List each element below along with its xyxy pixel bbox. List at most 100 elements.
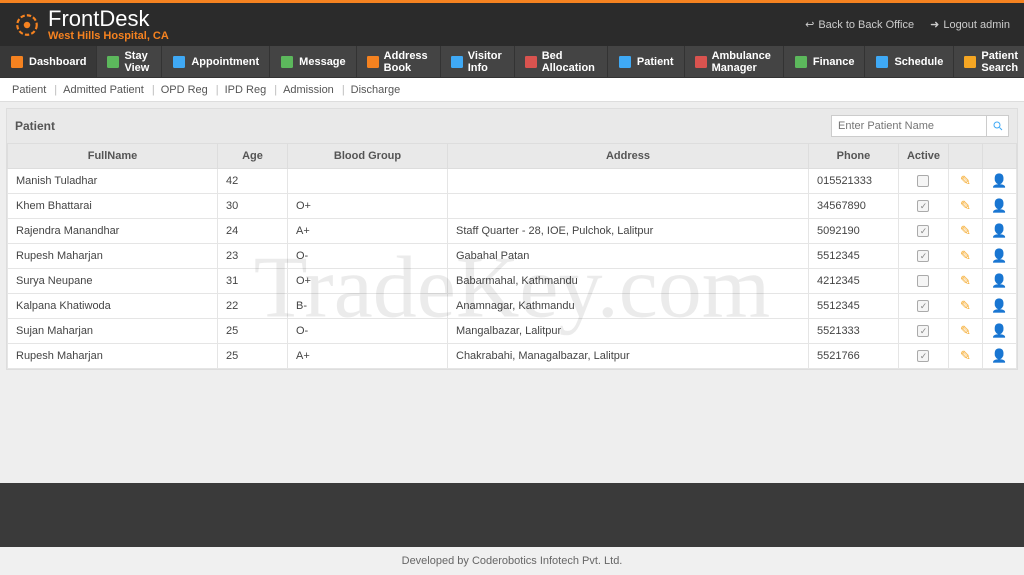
nav-stay-view[interactable]: Stay View	[97, 46, 162, 77]
nav-schedule[interactable]: Schedule	[865, 46, 954, 77]
edit-icon[interactable]: ✎	[960, 198, 971, 213]
col-active[interactable]: Active	[898, 144, 948, 169]
visitor-icon	[451, 55, 463, 69]
edit-icon[interactable]: ✎	[960, 348, 971, 363]
cell-address	[448, 194, 809, 219]
user-icon[interactable]: 👤	[991, 298, 1007, 313]
cell-name: Kalpana Khatiwoda	[8, 294, 218, 319]
message-icon	[280, 55, 294, 69]
cell-age: 25	[218, 344, 288, 369]
subnav-admitted-patient[interactable]: Admitted Patient	[63, 84, 144, 96]
panel-title: Patient	[15, 119, 55, 133]
edit-icon[interactable]: ✎	[960, 273, 971, 288]
col-address[interactable]: Address	[448, 144, 809, 169]
reply-icon: ↩	[805, 18, 814, 31]
active-checkbox[interactable]	[917, 350, 929, 362]
bed-alloc-icon	[525, 55, 537, 69]
brand-location: West Hills Hospital, CA	[48, 31, 169, 42]
subnav-discharge[interactable]: Discharge	[351, 84, 401, 96]
col-phone[interactable]: Phone	[808, 144, 898, 169]
active-checkbox[interactable]	[917, 300, 929, 312]
cell-name: Khem Bhattarai	[8, 194, 218, 219]
patient-search-input[interactable]	[831, 115, 987, 137]
nav-appointment[interactable]: Appointment	[162, 46, 270, 77]
table-row: Rupesh Maharjan25A+Chakrabahi, Managalba…	[8, 344, 1017, 369]
cell-age: 23	[218, 244, 288, 269]
patient-table: FullName Age Blood Group Address Phone A…	[7, 143, 1017, 369]
active-checkbox[interactable]	[917, 200, 929, 212]
finance-icon	[794, 55, 808, 69]
sub-nav: Patient|Admitted Patient|OPD Reg|IPD Reg…	[0, 78, 1024, 102]
footer-dark	[0, 483, 1024, 547]
subnav-patient[interactable]: Patient	[12, 84, 46, 96]
table-row: Manish Tuladhar42015521333✎👤	[8, 169, 1017, 194]
user-icon[interactable]: 👤	[991, 248, 1007, 263]
edit-icon[interactable]: ✎	[960, 323, 971, 338]
cell-name: Rajendra Manandhar	[8, 219, 218, 244]
nav-ambulance-manager[interactable]: Ambulance Manager	[685, 46, 784, 77]
nav-address-book[interactable]: Address Book	[357, 46, 441, 77]
cell-phone: 5512345	[808, 294, 898, 319]
subnav-admission[interactable]: Admission	[283, 84, 334, 96]
cell-address: Chakrabahi, Managalbazar, Lalitpur	[448, 344, 809, 369]
nav-dashboard[interactable]: Dashboard	[0, 46, 97, 77]
active-checkbox[interactable]	[917, 225, 929, 237]
logout-link[interactable]: ➜ Logout admin	[930, 18, 1010, 31]
user-icon[interactable]: 👤	[991, 323, 1007, 338]
cell-blood: O+	[288, 269, 448, 294]
user-icon[interactable]: 👤	[991, 273, 1007, 288]
active-checkbox[interactable]	[917, 250, 929, 262]
cell-address: Staff Quarter - 28, IOE, Pulchok, Lalitp…	[448, 219, 809, 244]
col-age[interactable]: Age	[218, 144, 288, 169]
cell-blood	[288, 169, 448, 194]
patient-panel: Patient FullName Age Blood Group Address…	[6, 108, 1018, 370]
search-button[interactable]	[987, 115, 1009, 137]
table-row: Sujan Maharjan25O-Mangalbazar, Lalitpur5…	[8, 319, 1017, 344]
cell-address	[448, 169, 809, 194]
nav-message[interactable]: Message	[270, 46, 356, 77]
cell-address: Babarmahal, Kathmandu	[448, 269, 809, 294]
subnav-opd-reg[interactable]: OPD Reg	[161, 84, 208, 96]
calendar-icon	[172, 55, 186, 69]
topbar: FrontDesk West Hills Hospital, CA ↩ Back…	[0, 0, 1024, 46]
footer-credit: Developed by Coderobotics Infotech Pvt. …	[0, 547, 1024, 575]
logo[interactable]: FrontDesk West Hills Hospital, CA	[14, 8, 169, 42]
edit-icon[interactable]: ✎	[960, 223, 971, 238]
cell-age: 31	[218, 269, 288, 294]
user-icon[interactable]: 👤	[991, 173, 1007, 188]
col-user	[983, 144, 1017, 169]
col-fullname[interactable]: FullName	[8, 144, 218, 169]
col-blood[interactable]: Blood Group	[288, 144, 448, 169]
nav-bed-allocation[interactable]: Bed Allocation	[515, 46, 608, 77]
cell-address: Mangalbazar, Lalitpur	[448, 319, 809, 344]
user-icon[interactable]: 👤	[991, 348, 1007, 363]
user-icon[interactable]: 👤	[991, 223, 1007, 238]
nav-patient-search[interactable]: Patient Search	[954, 46, 1024, 77]
cell-name: Sujan Maharjan	[8, 319, 218, 344]
cell-address: Gabahal Patan	[448, 244, 809, 269]
active-checkbox[interactable]	[917, 325, 929, 337]
brand-name: FrontDesk	[48, 8, 169, 30]
home-icon	[10, 55, 24, 69]
cell-age: 24	[218, 219, 288, 244]
nav-visitor-info[interactable]: Visitor Info	[441, 46, 515, 77]
user-icon[interactable]: 👤	[991, 198, 1007, 213]
cell-blood: O+	[288, 194, 448, 219]
search-icon	[992, 120, 1004, 132]
back-office-link[interactable]: ↩ Back to Back Office	[805, 18, 914, 31]
cell-phone: 5521333	[808, 319, 898, 344]
subnav-ipd-reg[interactable]: IPD Reg	[225, 84, 267, 96]
nav-finance[interactable]: Finance	[784, 46, 866, 77]
table-row: Kalpana Khatiwoda22B-Anamnagar, Kathmand…	[8, 294, 1017, 319]
active-checkbox[interactable]	[917, 175, 929, 187]
schedule-icon	[875, 55, 889, 69]
cell-phone: 5521766	[808, 344, 898, 369]
active-checkbox[interactable]	[917, 275, 929, 287]
edit-icon[interactable]: ✎	[960, 298, 971, 313]
edit-icon[interactable]: ✎	[960, 173, 971, 188]
cell-age: 25	[218, 319, 288, 344]
nav-patient[interactable]: Patient	[608, 46, 685, 77]
cell-phone: 5092190	[808, 219, 898, 244]
edit-icon[interactable]: ✎	[960, 248, 971, 263]
cell-blood: O-	[288, 244, 448, 269]
